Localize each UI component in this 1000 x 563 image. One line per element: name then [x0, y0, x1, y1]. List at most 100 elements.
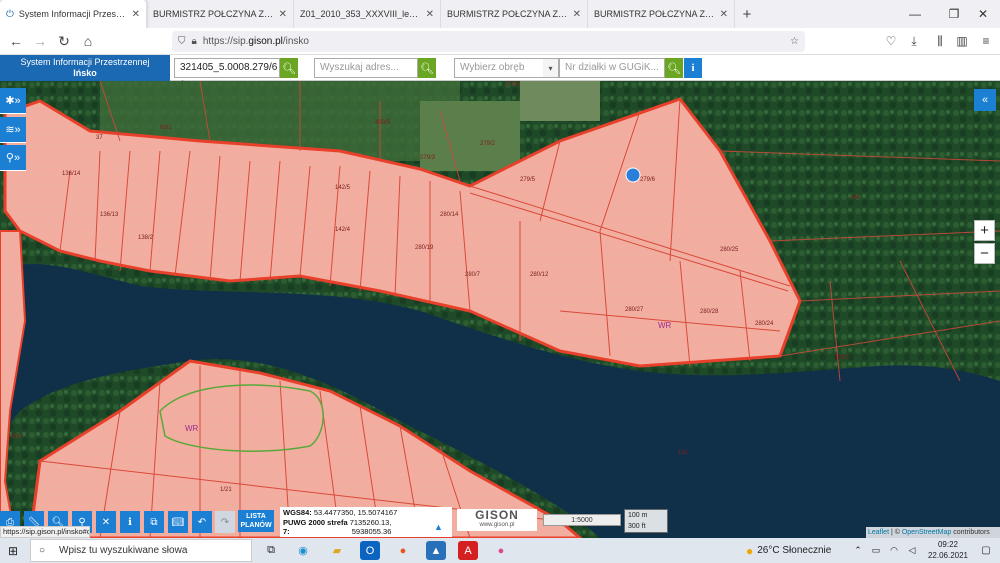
notifications-icon[interactable]: ▢ [976, 541, 996, 560]
parcel-label[interactable]: 278/0 [505, 82, 521, 88]
edge-icon[interactable]: ◉ [293, 541, 313, 560]
tab-legenda[interactable]: Z01_2010_353_XXXVIII_legenda.jpg ✕ [294, 0, 441, 28]
scale-ratio[interactable]: 1:5000 [543, 514, 621, 526]
parcel-label[interactable]: 280/25 [720, 247, 739, 253]
tool-book-button[interactable]: 📖︎ [168, 511, 188, 533]
tool-info-button[interactable]: ℹ [120, 511, 140, 533]
parcel-label[interactable]: 138/2 [138, 235, 154, 241]
home-icon[interactable]: ⌂ [76, 29, 100, 53]
new-tab-plus-icon[interactable]: + [735, 0, 759, 28]
parcel-number-search-button[interactable]: 🔍︎ [665, 58, 683, 78]
library-icon[interactable]: ⫼ [929, 30, 951, 52]
close-icon[interactable]: ✕ [132, 9, 140, 20]
acrobat-icon[interactable]: A [458, 541, 478, 560]
gison-logo[interactable]: GISON www.gison.pl [457, 509, 537, 531]
sidebar-location-button[interactable]: ⚲» [0, 145, 26, 171]
parcel-label[interactable]: 68/1 [160, 125, 172, 131]
parcel-number-input[interactable]: Nr działki w GUGiK... [559, 58, 665, 78]
parcel-label[interactable]: 280/14 [440, 212, 459, 218]
close-icon[interactable]: ✕ [426, 9, 434, 20]
parcel-label[interactable]: 136/13 [100, 212, 119, 218]
precinct-select[interactable]: Wybierz obręb [454, 58, 544, 78]
close-icon[interactable]: ✕ [279, 9, 287, 20]
parcel-label[interactable]: 400/5 [375, 120, 391, 126]
address-search-input[interactable]: Wyszukaj adres... [314, 58, 418, 78]
minimize-icon[interactable]: — [898, 0, 932, 28]
download-icon[interactable]: ⤓ [903, 30, 925, 52]
parcel-label[interactable]: 279/6 [640, 177, 656, 183]
zoom-out-button[interactable]: − [974, 243, 995, 264]
parcel-label[interactable]: 280/12 [530, 272, 549, 278]
close-icon[interactable]: ✕ [720, 9, 728, 20]
location-marker[interactable] [625, 167, 641, 183]
firefox-dev-icon[interactable]: ● [491, 541, 511, 560]
parcel-label[interactable]: 136/14 [62, 171, 81, 177]
photos-icon[interactable]: ▲ [426, 541, 446, 560]
parcel-label[interactable]: 182 [678, 450, 689, 456]
wifi-icon[interactable]: ◠ [884, 541, 904, 560]
volume-icon[interactable]: ◁ [902, 541, 922, 560]
tray-chevron-up-icon[interactable]: ⌃ [848, 541, 868, 560]
parcel-label[interactable]: 37 [96, 135, 103, 141]
parcel-label[interactable]: 1/21 [220, 487, 232, 493]
leaflet-link[interactable]: Leaflet [868, 529, 889, 536]
weather-widget[interactable]: ● 26°C Słonecznie [746, 538, 842, 563]
parcel-label[interactable]: 280/28 [700, 309, 719, 315]
reload-icon[interactable]: ↻ [52, 29, 76, 53]
parcel-label[interactable]: 142/4 [335, 227, 351, 233]
close-icon[interactable]: ✕ [573, 9, 581, 20]
outlook-icon[interactable]: O [360, 541, 380, 560]
sidebar-layers-button[interactable]: ≋» [0, 117, 26, 143]
tab-burmistrz-2[interactable]: BURMISTRZ POŁCZYNA ZDROJU - U ✕ [441, 0, 588, 28]
parcel-label[interactable]: 280/24 [755, 321, 774, 327]
parcel-label[interactable]: 279/2 [480, 141, 496, 147]
firefox-icon[interactable]: ● [393, 541, 413, 560]
parcel-label[interactable]: 484 [850, 195, 861, 201]
zone-label[interactable]: WR [658, 321, 672, 330]
taskbar-search-input[interactable]: ○ Wpisz tu wyszukiwane słowa [30, 539, 252, 562]
parcel-label[interactable]: 280/3 [834, 355, 850, 361]
file-explorer-icon[interactable]: ▰ [327, 541, 347, 560]
chevron-down-icon[interactable]: ▾ [543, 58, 559, 78]
tab-sip[interactable]: ⏻ System Informacji Przestrzennej ✕ [0, 0, 147, 28]
parcel-search-button[interactable]: 🔍︎ [280, 58, 298, 78]
panel-collapse-button[interactable]: « [974, 89, 996, 111]
network-icon[interactable]: ▭ [866, 541, 886, 560]
parcel-label[interactable]: 279/3 [420, 155, 436, 161]
app-header: System Informacji Przestrzennej Ińsko 32… [0, 55, 1000, 91]
back-arrow-icon[interactable]: ← [4, 29, 28, 53]
address-search-button[interactable]: 🔍︎ [418, 58, 436, 78]
tab-burmistrz-3[interactable]: BURMISTRZ POŁCZYNA ZDROJU - U ✕ [588, 0, 735, 28]
zone-label[interactable]: WR [185, 424, 199, 433]
parcel-label[interactable]: 279/5 [520, 177, 536, 183]
forward-arrow-icon[interactable]: → [28, 29, 52, 53]
pocket-icon[interactable]: ♡ [880, 30, 902, 52]
windows-start-icon[interactable]: ⊞ [0, 538, 26, 563]
tab-burmistrz-1[interactable]: BURMISTRZ POŁCZYNA ZDROJU - U ✕ [147, 0, 294, 28]
sidebar-tools-button[interactable]: ✱» [0, 88, 26, 114]
zoom-in-button[interactable]: + [974, 220, 995, 241]
task-view-icon[interactable]: ⧉ [261, 541, 281, 560]
tool-screen-button[interactable]: ⧉ [144, 511, 164, 533]
sidebar-icon[interactable]: ▥ [951, 30, 973, 52]
address-bar[interactable]: ⛉ 🔒︎ https://sip.gison.pl/insko ☆ [172, 31, 805, 52]
map-view[interactable]: 37 279/6 279/5 280/12 280/28 280/27 280/… [0, 81, 1000, 538]
tool-fullscreen-button[interactable]: ✕ [96, 511, 116, 533]
expand-up-icon[interactable]: ▲ [434, 522, 443, 532]
bookmark-star-icon[interactable]: ☆ [790, 36, 799, 47]
plans-list-button[interactable]: LISTA PLANÓW [238, 510, 274, 532]
parcel-label[interactable]: 139/2 [8, 434, 24, 440]
tool-redo-button[interactable]: ↷ [215, 511, 235, 533]
parcel-id-field[interactable]: 321405_5.0008.279/6 (S [174, 58, 280, 91]
parcel-label[interactable]: 280/27 [625, 307, 644, 313]
sun-icon: ● [746, 543, 754, 558]
tool-undo-button[interactable]: ↶ [192, 511, 212, 533]
info-button[interactable]: i [684, 58, 702, 78]
parcel-label[interactable]: 142/5 [335, 185, 351, 191]
window-close-icon[interactable]: ✕ [966, 0, 1000, 28]
parcel-label[interactable]: 280/19 [415, 245, 434, 251]
parcel-label[interactable]: 280/7 [465, 272, 481, 278]
taskbar-clock[interactable]: 09:22 22.06.2021 [924, 539, 972, 562]
osm-link[interactable]: OpenStreetMap [902, 529, 951, 536]
menu-icon[interactable]: ≡ [975, 30, 997, 52]
